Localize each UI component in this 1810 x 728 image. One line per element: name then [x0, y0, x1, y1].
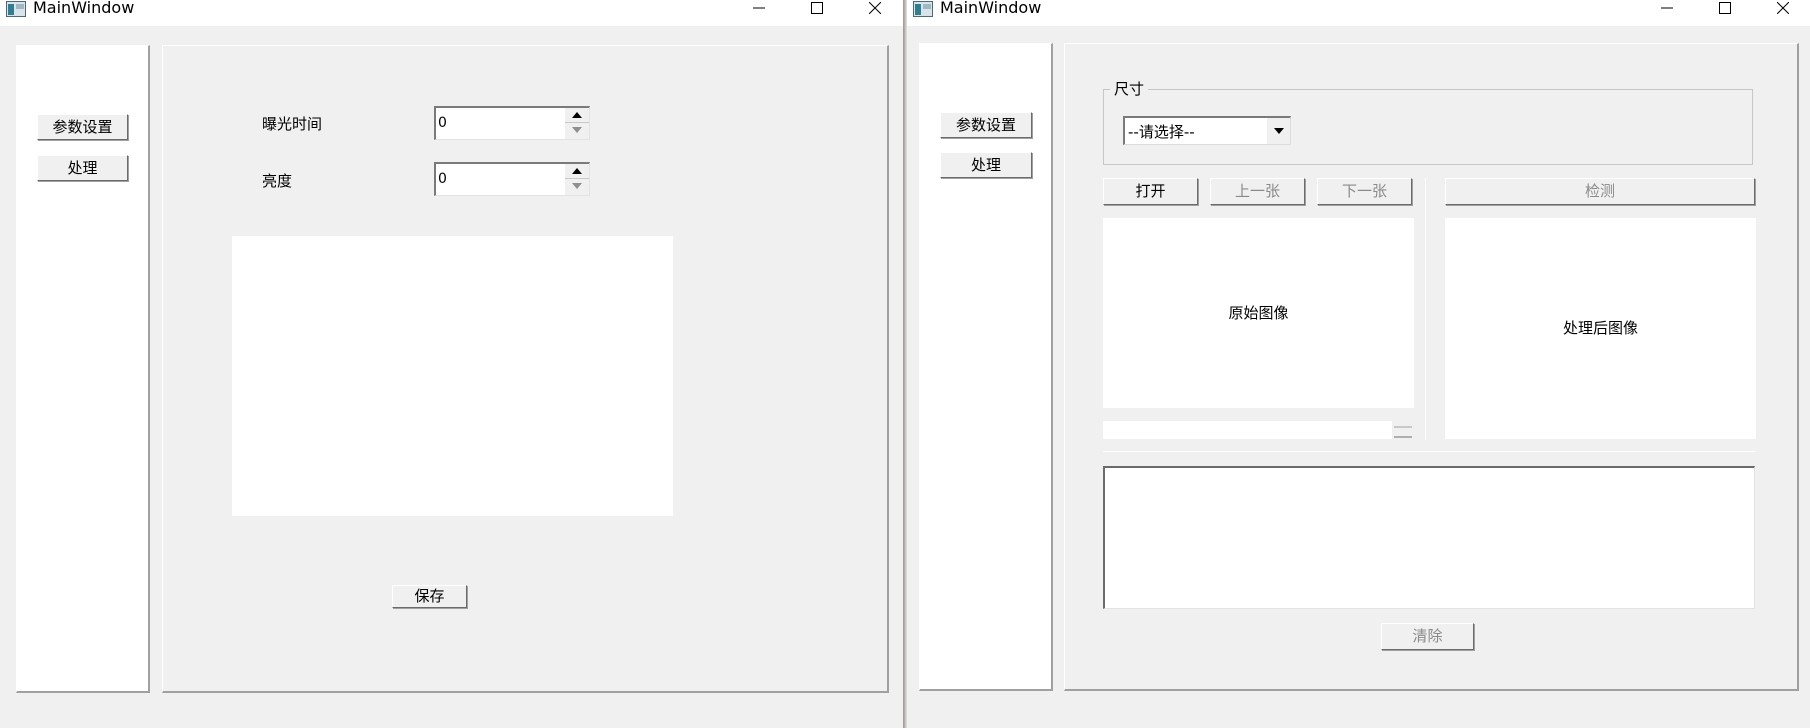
process-button[interactable]: 处理 [940, 152, 1032, 178]
close-icon [869, 2, 881, 14]
process-button[interactable]: 处理 [37, 155, 128, 181]
maximize-button[interactable] [794, 0, 840, 20]
param-settings-button[interactable]: 参数设置 [940, 112, 1032, 138]
close-button[interactable] [852, 0, 898, 20]
size-select-value: --请选择-- [1128, 123, 1195, 141]
minimize-icon [753, 7, 765, 9]
window-app-icon [913, 1, 933, 17]
spin-arrows [565, 164, 589, 195]
spin-arrows [565, 108, 589, 139]
save-button[interactable]: 保存 [392, 585, 467, 608]
minimize-button[interactable] [736, 0, 782, 20]
maximize-icon [1719, 2, 1731, 14]
brightness-value: 0 [438, 171, 447, 187]
maximize-icon [811, 2, 823, 14]
exposure-label: 曝光时间 [262, 115, 323, 133]
detect-button[interactable]: 检测 [1445, 178, 1755, 205]
vertical-divider [1425, 178, 1426, 440]
exposure-value: 0 [438, 115, 447, 131]
window-title: MainWindow [33, 0, 135, 17]
scroll-handle-icon[interactable] [1392, 421, 1414, 439]
brightness-label: 亮度 [262, 172, 293, 190]
prev-image-button[interactable]: 上一张 [1210, 178, 1305, 205]
clear-button[interactable]: 清除 [1381, 623, 1474, 650]
processed-image-label: 处理后图像 [1562, 319, 1638, 337]
spin-up-arrow-icon[interactable] [565, 108, 589, 123]
sidebar-panel: 参数设置 处理 [16, 45, 150, 693]
original-image-label: 原始图像 [1228, 304, 1289, 322]
camera-preview-area [232, 236, 673, 516]
exposure-spinbox[interactable]: 0 [434, 106, 590, 140]
brightness-spinbox[interactable]: 0 [434, 162, 590, 196]
content-panel: 尺寸 --请选择-- 打开 上一张 下一张 检测 原始图像 处理后图像 清除 [1064, 43, 1799, 691]
dropdown-arrow-icon[interactable] [1266, 118, 1290, 144]
content-panel: 曝光时间 0 亮度 0 保存 [162, 45, 889, 693]
window-title: MainWindow [940, 0, 1042, 17]
close-icon [1777, 2, 1789, 14]
minimize-button[interactable] [1644, 0, 1690, 20]
processed-image-view: 处理后图像 [1445, 218, 1756, 439]
sidebar-panel: 参数设置 处理 [919, 43, 1053, 691]
next-image-button[interactable]: 下一张 [1317, 178, 1412, 205]
original-image-view: 原始图像 [1103, 218, 1414, 408]
param-settings-button[interactable]: 参数设置 [37, 114, 128, 140]
main-window-right: MainWindow 参数设置 处理 尺寸 --请选择-- 打开 上一张 下一张 [907, 0, 1810, 728]
window-app-icon [6, 1, 26, 17]
title-bar[interactable]: MainWindow [0, 0, 903, 26]
spin-down-arrow-icon[interactable] [565, 123, 589, 138]
size-group-title: 尺寸 [1110, 78, 1149, 99]
title-bar[interactable]: MainWindow [907, 0, 1810, 26]
minimize-icon [1661, 7, 1673, 9]
size-select[interactable]: --请选择-- [1123, 116, 1291, 145]
spin-down-arrow-icon[interactable] [565, 179, 589, 194]
close-button[interactable] [1760, 0, 1806, 20]
open-button[interactable]: 打开 [1103, 178, 1198, 205]
main-window-left: MainWindow 参数设置 处理 曝光时间 0 亮度 0 保存 [0, 0, 903, 728]
maximize-button[interactable] [1702, 0, 1748, 20]
horizontal-divider [1103, 451, 1755, 452]
log-textarea[interactable] [1103, 466, 1755, 609]
spin-up-arrow-icon[interactable] [565, 164, 589, 179]
horizontal-scrollbar[interactable] [1103, 421, 1414, 439]
